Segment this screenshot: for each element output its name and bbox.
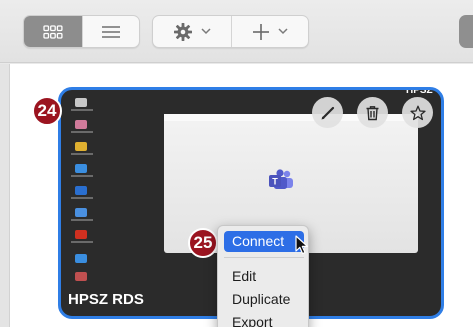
plus-icon <box>252 23 269 40</box>
actions-segmented-control <box>152 15 309 48</box>
desktop-icon <box>75 98 87 107</box>
remote-desktop-icons <box>65 92 99 292</box>
chevron-down-icon <box>278 28 288 35</box>
desktop-icon-label <box>71 153 93 155</box>
list-view-button[interactable] <box>81 16 140 47</box>
desktop-icon-label <box>71 197 93 199</box>
edit-button[interactable] <box>312 97 343 128</box>
desktop-icon <box>75 142 87 151</box>
desktop-icon <box>75 208 87 217</box>
gear-icon <box>173 22 192 41</box>
desktop-icon <box>75 120 87 129</box>
desktop-icon-label <box>71 175 93 177</box>
toolbar-overflow-button[interactable] <box>459 15 473 48</box>
desktop-icon <box>75 230 87 239</box>
mouse-cursor-icon <box>295 235 309 255</box>
teams-logo-icon: T <box>269 169 293 189</box>
list-icon <box>101 25 120 38</box>
step-callout-connect: 25 <box>188 228 218 258</box>
add-menu-button[interactable] <box>230 16 309 47</box>
svg-text:T: T <box>272 177 278 187</box>
toolbar <box>0 0 473 63</box>
menu-separator <box>224 257 304 258</box>
menu-item-connect[interactable]: Connect <box>224 231 304 252</box>
menu-item-edit[interactable]: Edit <box>232 268 256 284</box>
step-callout-card: 24 <box>32 96 62 126</box>
sidebar-edge <box>0 64 10 327</box>
grid-view-button[interactable] <box>24 16 82 47</box>
desktop-icon-label <box>71 109 93 111</box>
chevron-down-icon <box>201 28 211 35</box>
desktop-icon <box>75 272 87 281</box>
trash-icon <box>366 105 379 120</box>
delete-button[interactable] <box>357 97 388 128</box>
desktop-icon-label <box>71 241 93 243</box>
desktop-icon <box>75 254 87 263</box>
menu-item-export[interactable]: Export <box>232 314 272 327</box>
view-mode-segmented-control <box>23 15 140 48</box>
pencil-icon <box>321 106 334 119</box>
star-icon <box>409 105 426 120</box>
grid-icon <box>43 24 63 39</box>
desktop-icon-label <box>71 219 93 221</box>
connection-name: HPSZ RDS <box>68 291 144 308</box>
favorite-button[interactable] <box>402 97 433 128</box>
desktop-icon <box>75 164 87 173</box>
desktop-icon-label <box>71 131 93 133</box>
desktop-icon <box>75 186 87 195</box>
menu-item-duplicate[interactable]: Duplicate <box>232 291 290 307</box>
card-tag: HPSZ <box>406 87 433 96</box>
settings-menu-button[interactable] <box>153 16 231 47</box>
